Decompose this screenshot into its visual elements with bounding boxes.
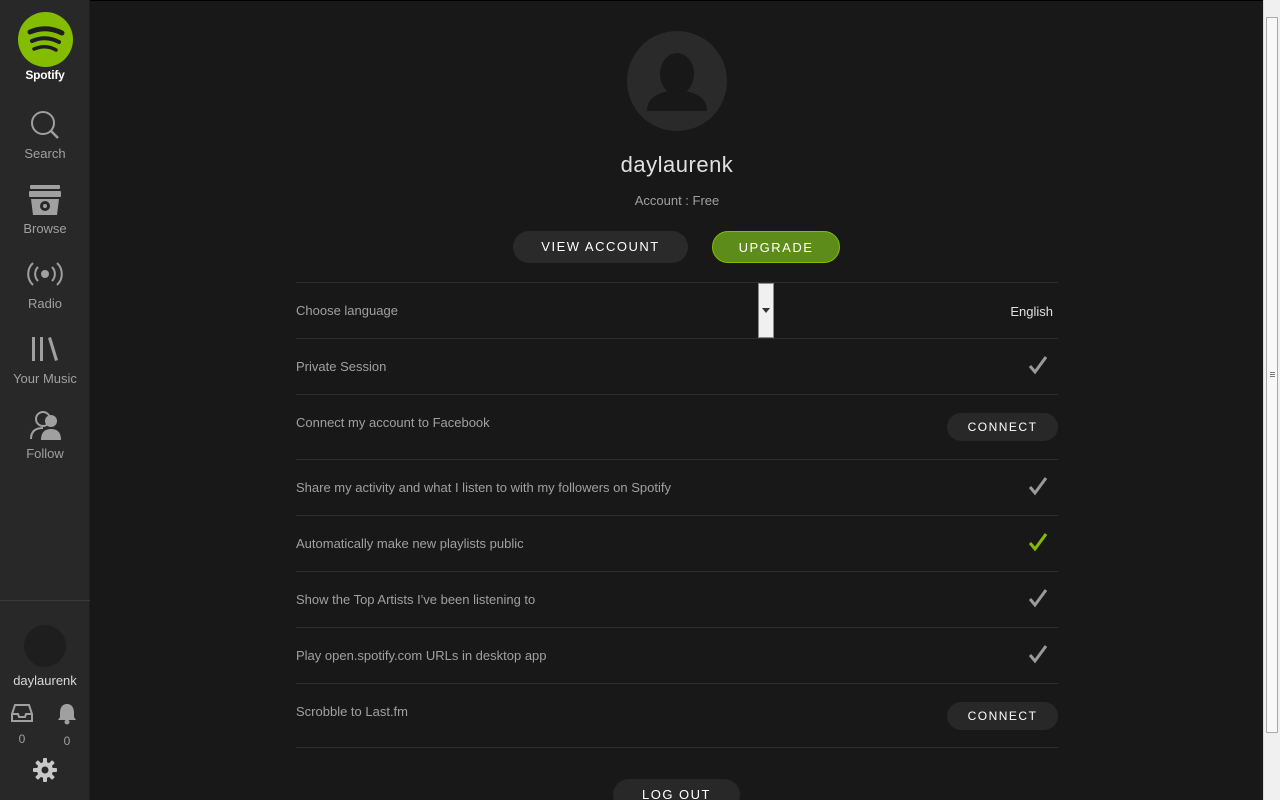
sidebar-item-search[interactable]: Search [0, 108, 90, 178]
setting-label: Share my activity and what I listen to w… [296, 480, 671, 495]
profile-username: daylaurenk [620, 152, 734, 177]
notifications-button[interactable]: 0 [55, 703, 79, 748]
checkmark-icon[interactable] [1028, 476, 1048, 501]
setting-label: Play open.spotify.com URLs in desktop ap… [296, 648, 547, 663]
log-out-button[interactable]: LOG OUT [613, 779, 740, 800]
settings-list: Choose language English Private Session … [296, 282, 1058, 748]
setting-label: Scrobble to Last.fm [296, 704, 408, 719]
setting-label: Choose language [296, 303, 398, 318]
language-select-value[interactable]: English [1010, 304, 1053, 319]
sidebar-item-label: Your Music [13, 371, 77, 386]
bell-icon [58, 704, 76, 725]
checkmark-icon[interactable] [1028, 644, 1048, 669]
library-icon [0, 333, 90, 369]
sidebar-item-label: Search [24, 146, 66, 161]
window-top-border [0, 0, 1280, 1]
setting-label: Private Session [296, 359, 387, 374]
spotify-logo-icon [17, 12, 73, 67]
setting-row-share-activity: Share my activity and what I listen to w… [296, 459, 1058, 515]
inbox-icon [11, 704, 33, 722]
browse-icon [0, 183, 90, 219]
sidebar-item-label: Follow [26, 446, 64, 461]
setting-row-public-playlists: Automatically make new playlists public [296, 515, 1058, 571]
sidebar-item-browse[interactable]: Browse [0, 183, 90, 253]
notifications-count: 0 [63, 734, 71, 748]
view-account-button[interactable]: VIEW ACCOUNT [513, 231, 688, 263]
follow-icon [0, 408, 90, 444]
setting-label: Connect my account to Facebook [296, 415, 490, 430]
setting-row-language: Choose language English [296, 282, 1058, 338]
scrollbar-thumb[interactable] [1266, 17, 1278, 733]
radio-icon [0, 258, 90, 294]
user-silhouette-icon [647, 53, 707, 111]
connect-facebook-button[interactable]: CONNECT [947, 413, 1058, 441]
checkmark-icon[interactable] [1028, 532, 1048, 557]
setting-row-facebook: Connect my account to Facebook CONNECT [296, 394, 1058, 459]
sidebar-item-your-music[interactable]: Your Music [0, 333, 90, 403]
caret-down-icon [762, 308, 770, 313]
language-dropdown-toggle[interactable] [758, 283, 774, 338]
checkmark-icon[interactable] [1028, 355, 1048, 380]
scrollbar[interactable] [1263, 0, 1280, 800]
inbox-button[interactable]: 0 [10, 703, 34, 746]
setting-row-private-session: Private Session [296, 338, 1058, 394]
checkmark-icon[interactable] [1028, 588, 1048, 613]
inbox-count: 0 [18, 732, 26, 746]
sidebar-item-follow[interactable]: Follow [0, 408, 90, 478]
upgrade-button[interactable]: UPGRADE [712, 231, 840, 263]
sidebar-divider [0, 600, 90, 601]
sidebar-username[interactable]: daylaurenk [0, 673, 90, 688]
search-icon [0, 108, 90, 144]
sidebar-item-label: Browse [23, 221, 67, 236]
spotify-logo[interactable]: Spotify [17, 12, 73, 84]
scroll-up-arrow[interactable] [1264, 0, 1280, 16]
setting-row-open-urls: Play open.spotify.com URLs in desktop ap… [296, 627, 1058, 683]
account-type: Account : Free [634, 193, 720, 208]
sidebar-item-label: Radio [28, 296, 62, 311]
setting-label: Automatically make new playlists public [296, 536, 524, 551]
logo-text: Spotify [25, 68, 65, 82]
sidebar: Spotify Search Browse Radio Your Music F… [0, 0, 90, 800]
gear-icon[interactable] [32, 757, 58, 788]
avatar[interactable] [24, 625, 66, 667]
sidebar-item-radio[interactable]: Radio [0, 258, 90, 328]
profile-avatar[interactable] [627, 31, 727, 131]
setting-row-top-artists: Show the Top Artists I've been listening… [296, 571, 1058, 627]
scroll-grip-icon [1270, 372, 1275, 378]
connect-lastfm-button[interactable]: CONNECT [947, 702, 1058, 730]
setting-row-lastfm: Scrobble to Last.fm CONNECT [296, 683, 1058, 748]
setting-label: Show the Top Artists I've been listening… [296, 592, 536, 607]
